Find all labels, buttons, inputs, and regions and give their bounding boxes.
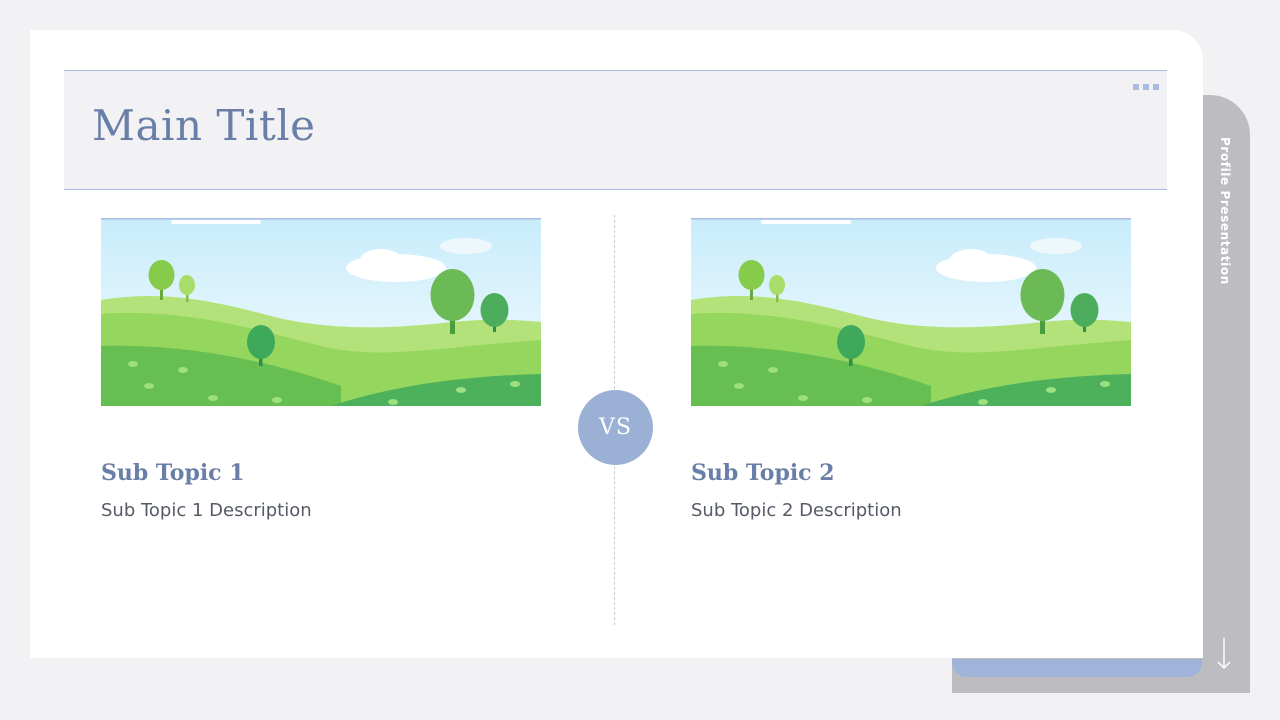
accent-strip bbox=[952, 659, 1202, 677]
dots-icon bbox=[1133, 84, 1159, 90]
header-band: Main Title bbox=[64, 70, 1167, 190]
topic-2-description: Sub Topic 2 Description bbox=[691, 500, 902, 521]
topic-1-description: Sub Topic 1 Description bbox=[101, 500, 312, 521]
side-label: Profile Presentation bbox=[1200, 95, 1250, 345]
topic-1-title: Sub Topic 1 bbox=[101, 460, 245, 486]
arrow-down-icon[interactable] bbox=[1212, 636, 1236, 672]
landscape-image-1 bbox=[101, 218, 541, 406]
slide-stage: Profile Presentation Main Title Sub Topi… bbox=[0, 0, 1280, 720]
topic-1: Sub Topic 1 Sub Topic 1 Description bbox=[101, 218, 541, 521]
landscape-image-2 bbox=[691, 218, 1131, 406]
topic-2-title: Sub Topic 2 bbox=[691, 460, 835, 486]
vs-badge: VS bbox=[578, 390, 653, 465]
side-label-text: Profile Presentation bbox=[1218, 137, 1232, 285]
slide-card: Main Title Sub Topic 1 Sub Topic 1 Descr… bbox=[30, 30, 1203, 658]
vs-label: VS bbox=[599, 415, 632, 440]
page-title: Main Title bbox=[92, 101, 316, 150]
topic-2: Sub Topic 2 Sub Topic 2 Description bbox=[691, 218, 1131, 521]
